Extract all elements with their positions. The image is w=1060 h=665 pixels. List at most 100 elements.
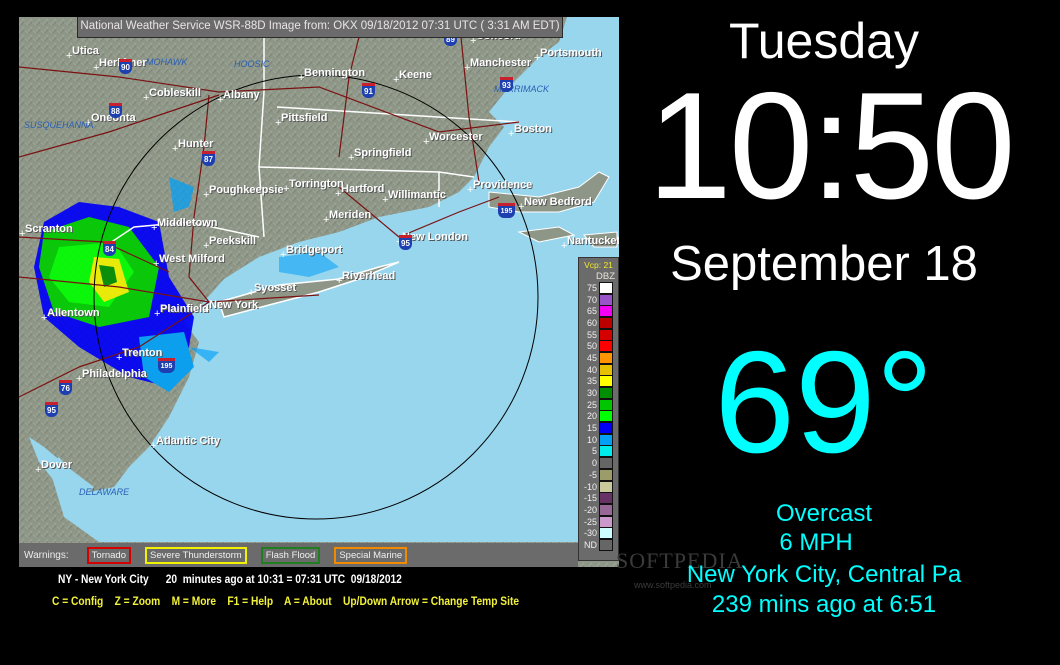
interstate-shield-icon: 90 xyxy=(119,59,132,74)
city-label: Manchester xyxy=(470,57,532,69)
city-label: Hartford xyxy=(341,183,385,195)
city-label: Utica xyxy=(72,45,99,57)
city-label: Bennington xyxy=(304,67,366,79)
interstate-shield-icon: 93 xyxy=(500,77,513,92)
warnings-label: Warnings: xyxy=(24,549,69,561)
interstate-shield-icon: 88 xyxy=(109,103,122,118)
legend-entry-label: 0 xyxy=(591,458,597,469)
city-label: Trenton xyxy=(122,347,163,359)
legend-entry-label: 10 xyxy=(586,434,597,445)
city-label: West Milford xyxy=(159,253,225,265)
clock-date: September 18 xyxy=(670,237,978,291)
legend-entry-label: 15 xyxy=(586,423,597,434)
weather-station: New York City, Central Pa xyxy=(686,561,962,588)
radar-age: 20 minutes ago at 10:31 = 07:31 UTC 09/1… xyxy=(165,572,402,586)
city-label: Albany xyxy=(223,89,260,101)
legend-entry-label: 75 xyxy=(586,282,597,293)
legend-entry: 70 xyxy=(579,293,618,306)
city-label: Hunter xyxy=(178,138,214,150)
legend-entry-label: 55 xyxy=(586,329,597,340)
city-label: Cobleskill xyxy=(149,87,201,99)
interstate-shield-icon: 76 xyxy=(59,380,72,395)
city-label: Springfield xyxy=(354,147,412,159)
city-label: Boston xyxy=(514,123,552,135)
warnings-bar: Warnings: Tornado Severe Thunderstorm Fl… xyxy=(19,543,578,567)
city-label: Keene xyxy=(399,69,433,81)
legend-entry-label: 30 xyxy=(586,388,597,399)
river-label: MOHAWK xyxy=(146,57,188,67)
city-label: Willimantic xyxy=(388,189,446,201)
legend-entry-label: -5 xyxy=(588,469,597,480)
warning-tornado: Tornado xyxy=(86,546,131,564)
legend-entry-label: 20 xyxy=(586,411,597,422)
key-about[interactable]: A = About xyxy=(284,594,332,608)
radar-title-bar: National Weather Service WSR-88D Image f… xyxy=(77,17,563,38)
city-label: Portsmouth xyxy=(540,47,602,59)
city-label: Bridgeport xyxy=(286,244,343,256)
interstate-shield-icon: 95 xyxy=(45,402,58,417)
warning-severe-thunderstorm: Severe Thunderstorm xyxy=(145,546,247,564)
weather-condition: Overcast xyxy=(775,500,873,527)
interstate-shield-icon: 95 xyxy=(399,235,412,250)
warning-flash-flood: Flash Flood xyxy=(260,546,321,564)
city-label: Pittsfield xyxy=(281,112,328,124)
key-zoom[interactable]: Z = Zoom xyxy=(115,594,161,608)
key-more[interactable]: M = More xyxy=(172,594,216,608)
radar-site: NY - New York City xyxy=(58,572,149,586)
city-label: Allentown xyxy=(47,307,100,319)
legend-entry: 60 xyxy=(579,316,618,329)
legend-entry: -10 xyxy=(579,480,618,493)
city-label: New Bedford xyxy=(524,196,592,208)
city-label: Worcester xyxy=(429,131,483,143)
legend-entry-label: 70 xyxy=(586,294,597,305)
city-label: Poughkeepsie xyxy=(209,184,284,196)
legend-entry-label: 50 xyxy=(586,341,597,352)
radar-map[interactable]: +Utica+Herkimer+Cobleskill+Albany+Oneont… xyxy=(19,17,619,567)
legend-entry-label: 35 xyxy=(586,376,597,387)
legend-entry-label: -20 xyxy=(583,504,597,515)
city-label: Scranton xyxy=(25,223,73,235)
city-label: Philadelphia xyxy=(82,368,147,380)
legend-entry-label: -10 xyxy=(583,481,597,492)
legend-entry-label: -15 xyxy=(583,493,597,504)
city-label: Riverhead xyxy=(342,270,396,282)
interstate-shield-icon: 195 xyxy=(158,358,175,373)
city-label: Middletown xyxy=(157,217,218,229)
legend-entry-label: 65 xyxy=(586,306,597,317)
temperature: 69° xyxy=(714,321,934,483)
key-change-temp-site[interactable]: Up/Down Arrow = Change Temp Site xyxy=(343,594,519,608)
legend-entry-label: -25 xyxy=(583,516,597,527)
city-label: Dover xyxy=(41,459,73,471)
radar-status: NY - New York City 20 minutes ago at 10:… xyxy=(58,572,402,586)
river-label: SUSQUEHANNA xyxy=(24,120,94,130)
legend-color-swatch xyxy=(599,316,613,329)
legend-entry: 65 xyxy=(579,305,618,318)
legend-entry-label: 25 xyxy=(586,399,597,410)
city-label: Peekskill xyxy=(209,235,257,247)
interstate-shield-icon: 195 xyxy=(498,203,515,218)
warning-special-marine: Special Marine xyxy=(334,546,408,564)
city-label: Atlantic City xyxy=(156,435,221,447)
key-help[interactable]: F1 = Help xyxy=(227,594,273,608)
legend-color-swatch xyxy=(599,305,613,318)
radar-base-map xyxy=(19,17,619,567)
city-label: Plainfield xyxy=(160,303,209,315)
river-label: HOOSIC xyxy=(234,59,270,69)
interstate-shield-icon: 87 xyxy=(202,151,215,166)
interstate-shield-icon: 91 xyxy=(362,83,375,98)
interstate-shield-icon: 84 xyxy=(103,241,116,256)
keyboard-shortcuts: C = Config Z = Zoom M = More F1 = Help A… xyxy=(52,594,519,608)
city-label: Meriden xyxy=(329,209,372,221)
legend-entry-label: 5 xyxy=(591,446,597,457)
legend-entry-label: 40 xyxy=(586,364,597,375)
legend-entry-label: 60 xyxy=(586,317,597,328)
city-label: Syosset xyxy=(254,282,297,294)
legend-color-swatch xyxy=(599,293,613,306)
key-config[interactable]: C = Config xyxy=(52,594,103,608)
legend-color-swatch xyxy=(599,480,613,493)
city-label: Providence xyxy=(473,179,533,191)
legend-entry-label: 45 xyxy=(586,352,597,363)
wind-speed: 6 MPH xyxy=(779,529,853,556)
river-label: DELAWARE xyxy=(79,487,130,497)
city-label: New York xyxy=(209,299,259,311)
